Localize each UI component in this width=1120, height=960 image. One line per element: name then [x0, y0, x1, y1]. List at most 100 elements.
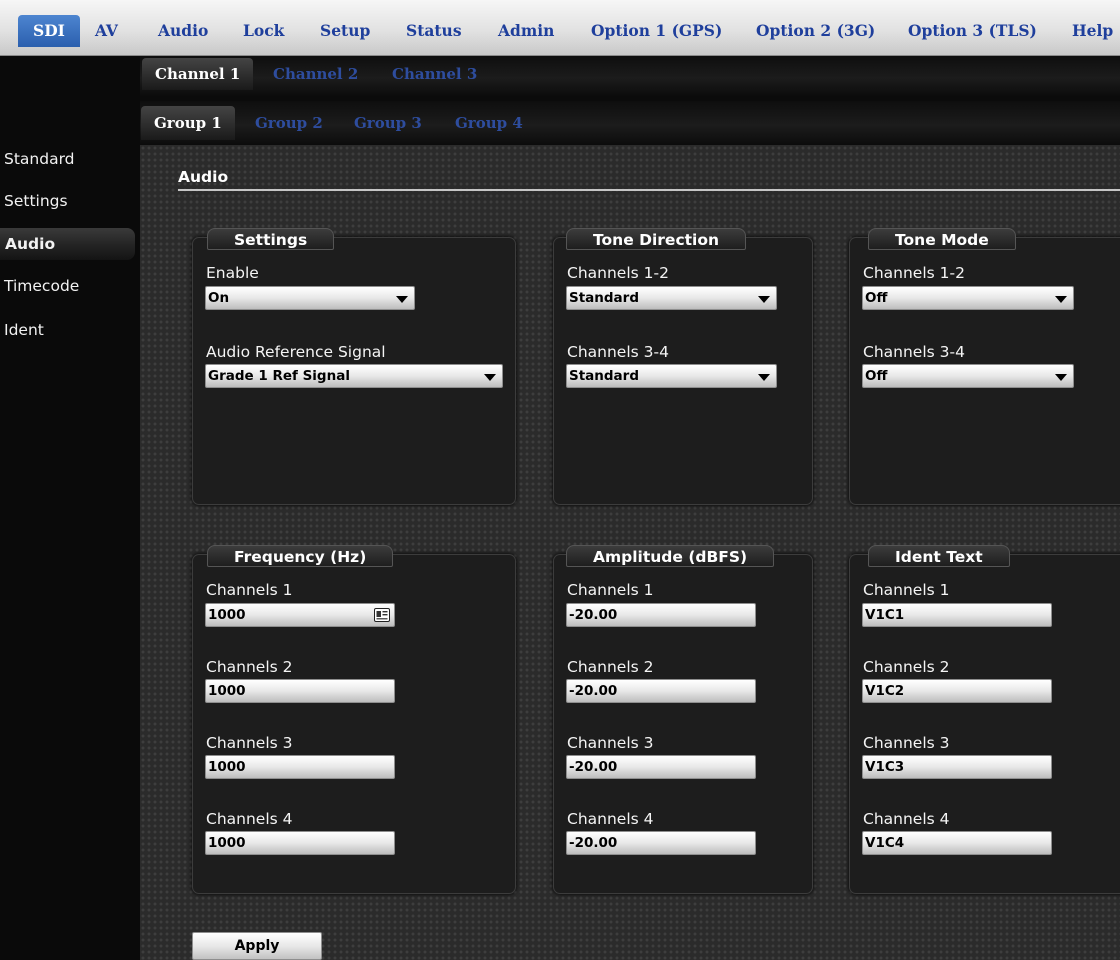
tab-channel-2[interactable]: Channel 2: [273, 58, 358, 90]
frequency-ch2-input[interactable]: 1000: [205, 679, 395, 703]
ident-ch1-input[interactable]: V1C1: [862, 603, 1052, 627]
sidebar-item-ident[interactable]: Ident: [0, 314, 135, 346]
sidebar-item-audio[interactable]: Audio: [0, 228, 135, 260]
tab-group-4[interactable]: Group 4: [455, 106, 523, 140]
tone-direction-ch12-label: Channels 1-2: [567, 264, 669, 282]
settings-panel: Settings Enable On Audio Reference Signa…: [192, 228, 516, 505]
chevron-down-icon: [758, 374, 770, 381]
audio-reference-select[interactable]: Grade 1 Ref Signal: [205, 364, 503, 388]
group-tabs: Group 1 Group 2 Group 3 Group 4: [140, 101, 1120, 145]
ident-ch2-label: Channels 2: [863, 658, 950, 676]
frequency-panel: Frequency (Hz) Channels 1 1000 Channels …: [192, 545, 516, 894]
section-divider: [178, 189, 1120, 191]
amplitude-ch3-input[interactable]: -20.00: [566, 755, 756, 779]
frequency-ch1-value: 1000: [208, 607, 246, 623]
tone-direction-ch34-select[interactable]: Standard: [566, 364, 777, 388]
ident-ch3-label: Channels 3: [863, 734, 950, 752]
frequency-ch4-value: 1000: [208, 835, 246, 851]
enable-value: On: [208, 290, 230, 306]
chevron-down-icon: [1055, 374, 1067, 381]
amplitude-ch3-label: Channels 3: [567, 734, 654, 752]
amplitude-ch1-label: Channels 1: [567, 581, 654, 599]
nav-tab-option-2-3g[interactable]: Option 2 (3G): [756, 18, 875, 44]
sidebar-item-timecode[interactable]: Timecode: [0, 270, 135, 302]
frequency-ch4-input[interactable]: 1000: [205, 831, 395, 855]
chevron-down-icon: [758, 296, 770, 303]
nav-tab-av[interactable]: AV: [95, 18, 118, 44]
enable-select[interactable]: On: [205, 286, 415, 310]
ident-ch1-label: Channels 1: [863, 581, 950, 599]
tone-mode-ch34-select[interactable]: Off: [862, 364, 1074, 388]
nav-tab-option-3-tls[interactable]: Option 3 (TLS): [908, 18, 1037, 44]
tone-direction-ch34-label: Channels 3-4: [567, 343, 669, 361]
panel-title: Settings: [207, 228, 335, 250]
sidebar-item-settings[interactable]: Settings: [0, 185, 135, 217]
tab-group-3[interactable]: Group 3: [354, 106, 422, 140]
tone-mode-ch12-select[interactable]: Off: [862, 286, 1074, 310]
nav-tab-help[interactable]: Help: [1072, 18, 1113, 44]
tab-group-1[interactable]: Group 1: [141, 106, 235, 140]
tone-mode-ch34-label: Channels 3-4: [863, 343, 965, 361]
enable-label: Enable: [206, 264, 259, 282]
tone-direction-panel: Tone Direction Channels 1-2 Standard Cha…: [553, 228, 813, 505]
tone-direction-ch34-value: Standard: [569, 368, 639, 384]
ident-text-panel: Ident Text Channels 1 V1C1 Channels 2 V1…: [849, 545, 1120, 894]
tone-mode-ch34-value: Off: [865, 368, 888, 384]
nav-tab-status[interactable]: Status: [406, 18, 462, 44]
ident-ch3-value: V1C3: [865, 759, 905, 775]
ident-ch2-input[interactable]: V1C2: [862, 679, 1052, 703]
ident-ch4-value: V1C4: [865, 835, 905, 851]
apply-button[interactable]: Apply: [192, 932, 322, 960]
ident-ch4-label: Channels 4: [863, 810, 950, 828]
ident-ch3-input[interactable]: V1C3: [862, 755, 1052, 779]
nav-tab-admin[interactable]: Admin: [498, 18, 554, 44]
amplitude-ch4-label: Channels 4: [567, 810, 654, 828]
tab-group-2[interactable]: Group 2: [255, 106, 323, 140]
chevron-down-icon: [484, 374, 496, 381]
tone-mode-ch12-label: Channels 1-2: [863, 264, 965, 282]
tone-mode-ch12-value: Off: [865, 290, 888, 306]
panel-title: Frequency (Hz): [207, 545, 394, 567]
amplitude-panel: Amplitude (dBFS) Channels 1 -20.00 Chann…: [553, 545, 813, 894]
frequency-ch3-label: Channels 3: [206, 734, 293, 752]
amplitude-ch4-input[interactable]: -20.00: [566, 831, 756, 855]
frequency-ch1-input[interactable]: 1000: [205, 603, 395, 627]
nav-tab-option-1-gps[interactable]: Option 1 (GPS): [591, 18, 722, 44]
panel-title: Tone Direction: [566, 228, 747, 250]
amplitude-ch1-input[interactable]: -20.00: [566, 603, 756, 627]
nav-tab-audio[interactable]: Audio: [158, 18, 208, 44]
tone-direction-ch12-select[interactable]: Standard: [566, 286, 777, 310]
panel-title: Ident Text: [868, 545, 1010, 567]
panel-title: Tone Mode: [868, 228, 1016, 250]
main-content: Audio Settings Enable On Audio Reference…: [140, 145, 1120, 960]
tab-channel-3[interactable]: Channel 3: [392, 58, 477, 90]
nav-tab-lock[interactable]: Lock: [243, 18, 284, 44]
amplitude-ch2-input[interactable]: -20.00: [566, 679, 756, 703]
top-nav: SDI AV Audio Lock Setup Status Admin Opt…: [0, 0, 1120, 56]
tone-direction-ch12-value: Standard: [569, 290, 639, 306]
amplitude-ch4-value: -20.00: [569, 835, 618, 851]
contact-card-icon: [374, 608, 390, 622]
channel-tabs: Channel 1 Channel 2 Channel 3: [140, 56, 1120, 96]
sidebar-item-standard[interactable]: Standard: [0, 143, 135, 175]
audio-reference-value: Grade 1 Ref Signal: [208, 368, 350, 384]
chevron-down-icon: [1055, 296, 1067, 303]
amplitude-ch2-value: -20.00: [569, 683, 618, 699]
amplitude-ch3-value: -20.00: [569, 759, 618, 775]
ident-ch2-value: V1C2: [865, 683, 905, 699]
section-title: Audio: [178, 168, 229, 186]
sidebar: Standard Settings Audio Timecode Ident: [0, 56, 140, 960]
frequency-ch2-label: Channels 2: [206, 658, 293, 676]
amplitude-ch1-value: -20.00: [569, 607, 618, 623]
frequency-ch3-input[interactable]: 1000: [205, 755, 395, 779]
frequency-ch2-value: 1000: [208, 683, 246, 699]
amplitude-ch2-label: Channels 2: [567, 658, 654, 676]
ident-ch4-input[interactable]: V1C4: [862, 831, 1052, 855]
audio-reference-label: Audio Reference Signal: [206, 343, 386, 361]
frequency-ch1-label: Channels 1: [206, 581, 293, 599]
chevron-down-icon: [396, 296, 408, 303]
nav-tab-setup[interactable]: Setup: [320, 18, 370, 44]
nav-tab-sdi[interactable]: SDI: [18, 15, 80, 47]
frequency-ch3-value: 1000: [208, 759, 246, 775]
tab-channel-1[interactable]: Channel 1: [142, 58, 254, 90]
